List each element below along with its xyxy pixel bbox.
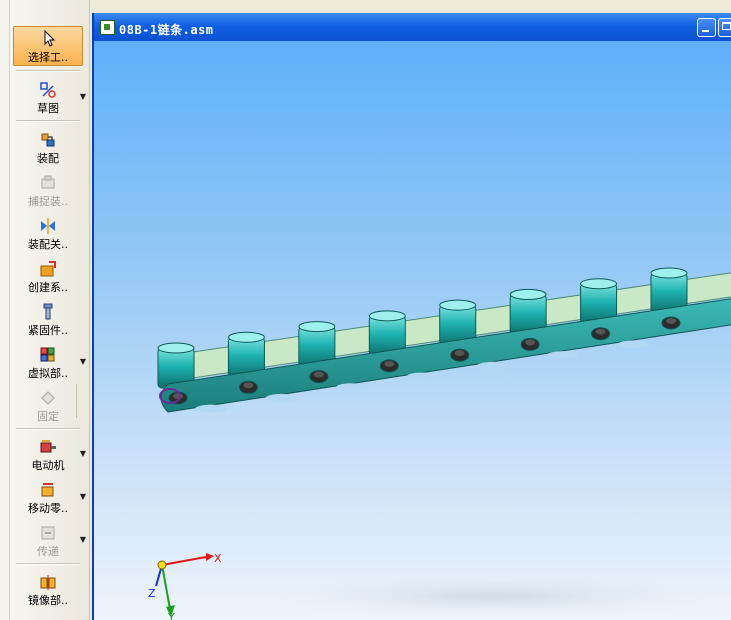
- plate-waist: [617, 340, 650, 349]
- sketch-button[interactable]: 草图 ▼: [13, 78, 86, 118]
- roller-top: [157, 342, 195, 354]
- tool-label: 装配: [37, 152, 59, 165]
- assembly-toolbar: 选择工.. 草图 ▼ 装配 捕捉装.. 装配关.. 创建系.. 紧固件.. 虚拟…: [10, 0, 90, 620]
- toolbar-separator: [16, 563, 80, 565]
- virtual-part-icon: [40, 347, 55, 362]
- tool-label: 固定: [37, 410, 59, 423]
- pin-highlight: [384, 360, 395, 367]
- toolbar-separator: [16, 120, 80, 122]
- fastener-button[interactable]: 紧固件..: [13, 300, 83, 340]
- dropdown-arrow-icon[interactable]: ▼: [80, 449, 86, 458]
- tool-label: 捕捉装..: [28, 195, 68, 208]
- roller-top: [650, 267, 688, 279]
- pin-highlight: [313, 371, 324, 378]
- roller-top: [298, 321, 336, 333]
- window-titlebar[interactable]: 08B-1链条.asm: [94, 13, 731, 41]
- roller-top: [368, 310, 406, 322]
- dropdown-arrow-icon[interactable]: ▼: [80, 357, 86, 366]
- tool-label: 传递: [37, 545, 59, 558]
- left-panel-edge: [0, 0, 10, 620]
- pin-highlight: [595, 328, 606, 335]
- document-icon: [100, 20, 115, 35]
- transmission-icon: [41, 526, 55, 540]
- move-part-icon: [41, 483, 54, 497]
- mirror-part-button[interactable]: 镜像部..: [13, 570, 83, 610]
- tool-label: 紧固件..: [28, 324, 68, 337]
- assembly-relation-button[interactable]: 装配关..: [13, 214, 83, 254]
- x-axis-label: X: [214, 552, 222, 565]
- plate-waist: [406, 372, 439, 381]
- assembly-document-window: 08B-1链条.asm X Z Y: [92, 13, 731, 620]
- y-axis-label: Y: [167, 611, 175, 620]
- roller-top: [509, 288, 547, 300]
- roller-chain-assembly[interactable]: [157, 267, 731, 413]
- relation-icon: [41, 218, 55, 234]
- bolt-icon: [43, 303, 53, 320]
- roller-top: [439, 299, 477, 311]
- toolbar-separator: [16, 428, 80, 430]
- fix-icon: [41, 391, 55, 405]
- plate-waist: [195, 404, 228, 413]
- plate-waist: [336, 383, 369, 392]
- sketch-icon: [40, 82, 56, 98]
- plate-waist: [476, 361, 509, 370]
- plate-waist: [265, 393, 298, 402]
- toolbar-separator: [16, 70, 80, 72]
- toolbar-separator: [76, 384, 77, 418]
- virtual-part-button[interactable]: 虚拟部.. ▼: [13, 343, 86, 383]
- motor-icon: [40, 440, 56, 453]
- minimize-button[interactable]: [697, 18, 716, 37]
- create-system-icon: [40, 261, 56, 277]
- tool-label: 创建系..: [28, 281, 68, 294]
- window-title: 08B-1链条.asm: [119, 23, 214, 37]
- pin-highlight: [243, 382, 254, 389]
- capture-assembly-button[interactable]: 捕捉装..: [13, 171, 83, 211]
- tool-label: 移动零..: [28, 502, 68, 515]
- y-axis: [161, 564, 171, 610]
- tool-label: 装配关..: [28, 238, 68, 251]
- tool-label: 镜像部..: [28, 594, 68, 607]
- mirror-icon: [40, 575, 56, 590]
- dropdown-arrow-icon[interactable]: ▼: [80, 92, 86, 101]
- pin-highlight: [454, 350, 465, 357]
- roller-top: [580, 278, 618, 290]
- tool-label: 选择工..: [28, 51, 68, 64]
- dropdown-arrow-icon[interactable]: ▼: [80, 492, 86, 501]
- roller-top: [227, 331, 265, 343]
- capture-icon: [41, 175, 55, 189]
- fix-button[interactable]: 固定: [13, 386, 83, 426]
- motor-button[interactable]: 电动机 ▼: [13, 435, 86, 475]
- assemble-button[interactable]: 装配: [13, 128, 83, 168]
- select-tool-button[interactable]: 选择工..: [13, 26, 83, 66]
- x-arrow-icon: [206, 553, 214, 561]
- floor-shadow: [264, 574, 724, 618]
- 3d-viewport[interactable]: X Z Y: [94, 41, 731, 620]
- tool-label: 草图: [37, 102, 59, 115]
- x-axis: [161, 556, 207, 566]
- maximize-button[interactable]: [718, 18, 731, 37]
- dropdown-arrow-icon[interactable]: ▼: [80, 535, 86, 544]
- tool-label: 虚拟部..: [28, 367, 68, 380]
- z-axis-label: Z: [148, 587, 156, 600]
- pin-highlight: [525, 339, 536, 346]
- coordinate-triad: X Z Y: [148, 552, 222, 620]
- triad-origin: [157, 560, 167, 570]
- create-system-button[interactable]: 创建系..: [13, 257, 83, 297]
- cursor-icon: [44, 30, 56, 47]
- tool-label: 电动机: [31, 459, 65, 472]
- plate-waist: [547, 351, 580, 360]
- assemble-icon: [41, 133, 55, 147]
- pin-highlight: [666, 318, 676, 324]
- move-part-button[interactable]: 移动零.. ▼: [13, 478, 86, 518]
- pin-highlight: [173, 393, 183, 399]
- chain-model-scene: X Z Y: [148, 267, 731, 620]
- transmission-button[interactable]: 传递 ▼: [13, 521, 86, 561]
